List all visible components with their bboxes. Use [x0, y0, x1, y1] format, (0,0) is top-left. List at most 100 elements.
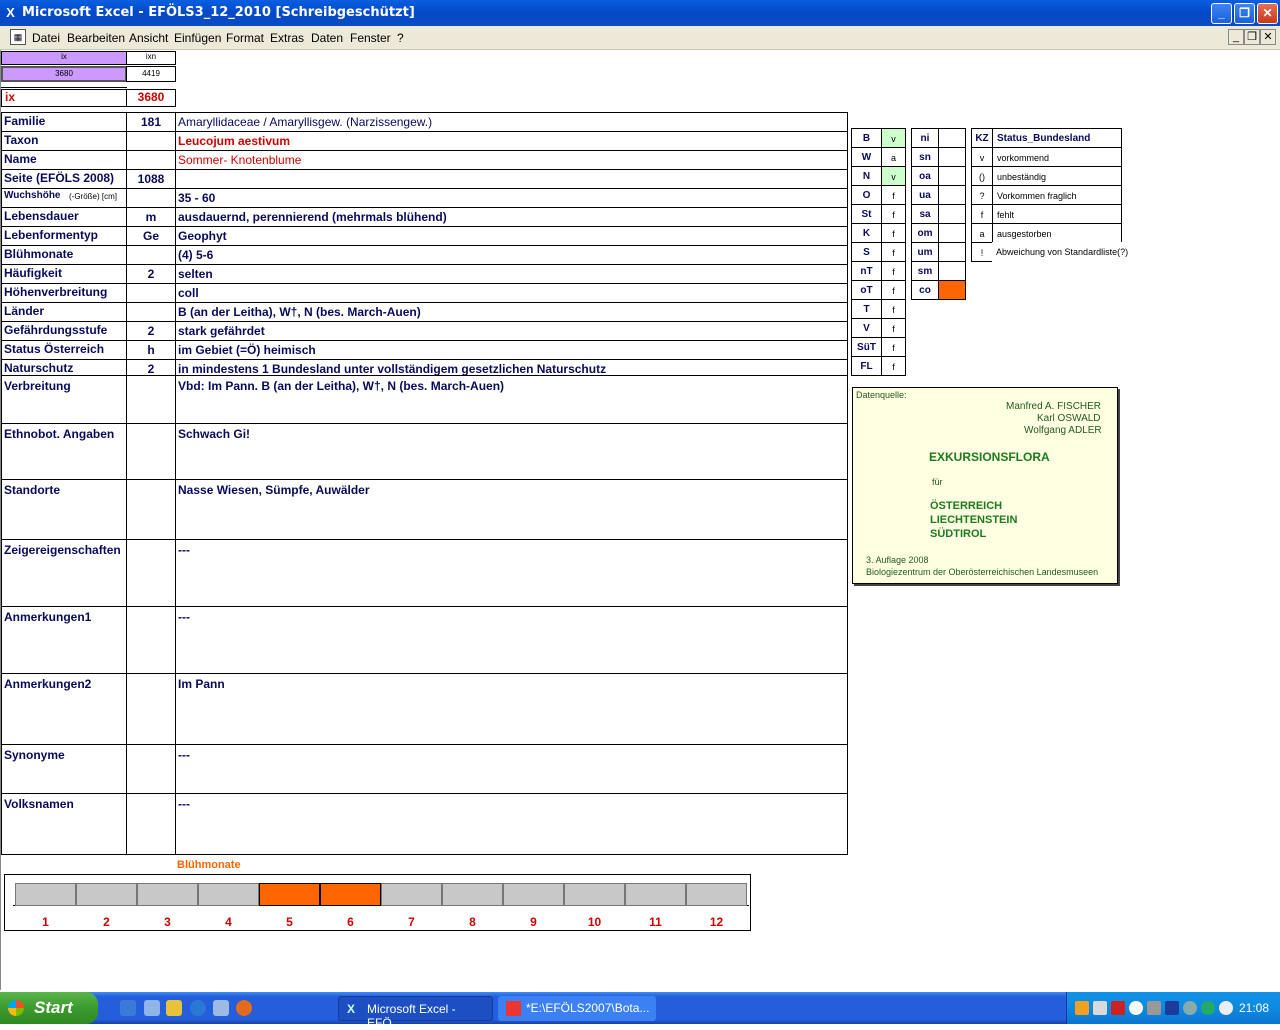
doc-close-button[interactable]: ✕	[1260, 29, 1276, 45]
bundes-code-cell[interactable]: W	[851, 147, 882, 167]
hoehen-value-cell[interactable]	[938, 185, 966, 205]
bigrow-code[interactable]	[126, 423, 176, 480]
bigrow-code[interactable]	[126, 673, 176, 745]
doc-restore-button[interactable]: ❐	[1244, 29, 1260, 45]
bigrow-value[interactable]: ---	[175, 744, 848, 794]
row-code[interactable]	[126, 283, 176, 303]
row-value[interactable]: Sommer- Knotenblume	[175, 150, 848, 170]
tray-search-icon[interactable]	[1129, 1001, 1143, 1015]
row-label[interactable]: Taxon	[1, 131, 127, 151]
hoehen-code-cell[interactable]: co	[911, 280, 939, 300]
menu-daten[interactable]: Daten	[311, 31, 343, 45]
bundes-status-cell[interactable]: f	[881, 356, 906, 376]
row-code[interactable]: 181	[126, 112, 176, 132]
hoehen-value-cell[interactable]	[938, 242, 966, 262]
bigrow-value[interactable]: ---	[175, 539, 848, 607]
bundes-code-cell[interactable]: V	[851, 318, 882, 338]
bigrow-label[interactable]: Ethnobot. Angaben	[1, 423, 127, 480]
bigrow-label[interactable]: Zeigereigenschaften	[1, 539, 127, 607]
minimize-button[interactable]: _	[1211, 3, 1232, 24]
row-label[interactable]: Häufigkeit	[1, 264, 127, 284]
hoehen-value-cell[interactable]	[938, 204, 966, 224]
quicklaunch-ie-icon[interactable]	[190, 1000, 206, 1016]
row-label[interactable]: Blühmonate	[1, 245, 127, 265]
menu-help[interactable]: ?	[397, 31, 404, 45]
bigrow-code[interactable]	[126, 606, 176, 674]
row-label[interactable]: Höhenverbreitung	[1, 283, 127, 303]
row-value[interactable]: Leucojum aestivum	[175, 131, 848, 151]
header-ix-cell[interactable]: ix	[1, 51, 127, 65]
bigrow-label[interactable]: Standorte	[1, 479, 127, 540]
row-code[interactable]: m	[126, 207, 176, 227]
bigrow-label[interactable]: Anmerkungen2	[1, 673, 127, 745]
tray-a-icon[interactable]	[1219, 1001, 1233, 1015]
hoehen-value-cell[interactable]	[938, 261, 966, 281]
menu-format[interactable]: Format	[226, 31, 264, 45]
bigrow-code[interactable]	[126, 744, 176, 794]
hoehen-value-cell[interactable]	[938, 223, 966, 243]
hoehen-code-cell[interactable]: um	[911, 242, 939, 262]
bigrow-label[interactable]: Anmerkungen1	[1, 606, 127, 674]
bundes-status-cell[interactable]: a	[881, 147, 906, 167]
quicklaunch-firefox-icon[interactable]	[236, 1000, 252, 1016]
menu-bearbeiten[interactable]: Bearbeiten	[67, 31, 125, 45]
bundes-code-cell[interactable]: N	[851, 166, 882, 186]
row-value[interactable]: ausdauernd, perennierend (mehrmals blühe…	[175, 207, 848, 227]
row-label[interactable]: Seite (EFÖLS 2008)	[1, 169, 127, 189]
bundes-status-cell[interactable]: f	[881, 261, 906, 281]
row-label[interactable]: Länder	[1, 302, 127, 322]
menu-einfuegen[interactable]: Einfügen	[174, 31, 221, 45]
hoehen-value-cell[interactable]	[938, 147, 966, 167]
quicklaunch-outlook-icon[interactable]	[213, 1000, 229, 1016]
bundes-code-cell[interactable]: K	[851, 223, 882, 243]
bigrow-code[interactable]	[126, 539, 176, 607]
bundes-status-cell[interactable]: f	[881, 185, 906, 205]
row-value[interactable]: Amaryllidaceae / Amaryllisgew. (Narzisse…	[175, 112, 848, 132]
row-value[interactable]: (4) 5-6	[175, 245, 848, 265]
close-button[interactable]: ✕	[1257, 3, 1278, 24]
row-code[interactable]: 1088	[126, 169, 176, 189]
row-code[interactable]: 2	[126, 321, 176, 341]
bundes-code-cell[interactable]: T	[851, 299, 882, 319]
bundes-code-cell[interactable]: S	[851, 242, 882, 262]
menu-extras[interactable]: Extras	[270, 31, 304, 45]
row-label[interactable]: Lebensdauer	[1, 207, 127, 227]
row-code[interactable]: h	[126, 340, 176, 360]
doc-minimize-button[interactable]: _	[1228, 29, 1244, 45]
bigrow-value[interactable]: ---	[175, 606, 848, 674]
menu-ansicht[interactable]: Ansicht	[129, 31, 168, 45]
quicklaunch-explorer-icon[interactable]	[144, 1000, 160, 1016]
bigrow-code[interactable]	[126, 479, 176, 540]
workbook-icon[interactable]: ▦	[10, 29, 26, 45]
row-label[interactable]: Familie	[1, 112, 127, 132]
excel-app-icon[interactable]: X	[3, 5, 18, 20]
menu-fenster[interactable]: Fenster	[350, 31, 391, 45]
hoehen-value-cell[interactable]	[938, 166, 966, 186]
hoehen-code-cell[interactable]: sm	[911, 261, 939, 281]
bundes-code-cell[interactable]: nT	[851, 261, 882, 281]
row-label[interactable]: Gefährdungsstufe	[1, 321, 127, 341]
row-code[interactable]	[126, 245, 176, 265]
row-code[interactable]: 2	[126, 264, 176, 284]
bundes-code-cell[interactable]: FL	[851, 356, 882, 376]
hoehen-code-cell[interactable]: om	[911, 223, 939, 243]
bigrow-value[interactable]: Nasse Wiesen, Sümpfe, Auwälder	[175, 479, 848, 540]
bigrow-value[interactable]: Im Pann	[175, 673, 848, 745]
tray-app-icon[interactable]	[1075, 1001, 1089, 1015]
tray-info-icon[interactable]	[1201, 1001, 1215, 1015]
bundes-status-cell[interactable]: f	[881, 223, 906, 243]
row-value[interactable]: im Gebiet (=Ö) heimisch	[175, 340, 848, 360]
bigrow-value[interactable]: ---	[175, 793, 848, 855]
bundes-code-cell[interactable]: O	[851, 185, 882, 205]
bundes-status-cell[interactable]: v	[881, 128, 906, 148]
task-explorer[interactable]: *E:\EFÖLS2007\Bota...	[498, 996, 656, 1021]
ix-label-cell[interactable]: ix	[1, 89, 127, 107]
bundes-status-cell[interactable]: f	[881, 204, 906, 224]
menu-datei[interactable]: Datei	[32, 31, 60, 45]
bigrow-code[interactable]	[126, 793, 176, 855]
hoehen-code-cell[interactable]: oa	[911, 166, 939, 186]
tray-update-icon[interactable]	[1183, 1001, 1197, 1015]
hoehen-code-cell[interactable]: sn	[911, 147, 939, 167]
row-value[interactable]: B (an der Leitha), W†, N (bes. March-Aue…	[175, 302, 848, 322]
hoehen-code-cell[interactable]: ua	[911, 185, 939, 205]
